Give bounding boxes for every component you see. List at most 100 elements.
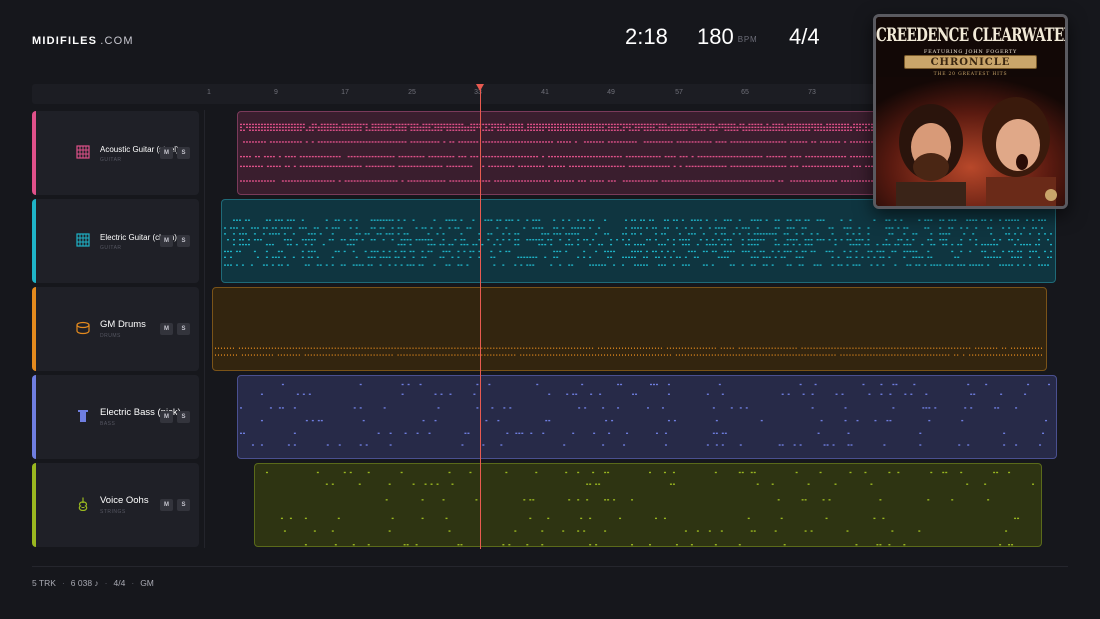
midi-note	[565, 243, 568, 246]
midi-note	[503, 129, 506, 131]
clip-electric-guitar[interactable]	[221, 199, 1056, 283]
midi-note	[888, 227, 891, 229]
midi-note	[518, 123, 521, 126]
midi-note	[1038, 219, 1041, 221]
midi-note	[365, 444, 368, 446]
solo-button[interactable]: S	[177, 499, 190, 511]
mute-button[interactable]: M	[160, 499, 173, 511]
midi-note	[655, 123, 658, 126]
midi-note	[281, 180, 284, 182]
midi-note	[403, 243, 406, 246]
mute-button[interactable]: M	[160, 323, 173, 335]
mute-button[interactable]: M	[160, 411, 173, 423]
midi-note	[814, 123, 817, 126]
midi-note	[311, 141, 314, 143]
midi-note	[485, 123, 488, 126]
midi-note	[730, 180, 733, 182]
midi-note	[801, 227, 804, 229]
midi-note	[419, 155, 422, 158]
midi-note	[987, 347, 989, 349]
midi-note	[239, 155, 242, 158]
midi-note	[304, 243, 307, 246]
app-logo[interactable]: MIDIFILES .COM	[32, 35, 134, 47]
midi-note	[331, 354, 333, 356]
midi-note	[329, 155, 332, 158]
midi-note	[595, 544, 598, 546]
midi-note	[681, 243, 684, 246]
midi-note	[1035, 243, 1038, 246]
track-header-acoustic-guitar[interactable]: Acoustic Guitar (steel) GUITAR M S	[32, 111, 199, 195]
track-header-drums[interactable]: GM Drums DRUMS M S	[32, 287, 199, 371]
midi-note	[487, 354, 489, 356]
midi-note	[831, 250, 834, 253]
midi-note	[260, 444, 263, 446]
midi-note	[349, 347, 351, 349]
solo-button[interactable]: S	[177, 147, 190, 159]
midi-note	[536, 165, 539, 168]
solo-button[interactable]: S	[177, 411, 190, 423]
midi-note	[634, 227, 637, 229]
midi-note	[238, 233, 241, 235]
midi-note	[670, 123, 673, 126]
midi-note	[819, 354, 821, 356]
mute-button[interactable]: M	[160, 235, 173, 247]
midi-note	[287, 155, 290, 158]
mute-button[interactable]: M	[160, 147, 173, 159]
midi-note	[586, 347, 588, 349]
midi-note	[823, 444, 826, 446]
midi-note	[310, 243, 313, 246]
midi-note	[512, 141, 515, 143]
midi-note	[855, 239, 858, 241]
midi-note	[660, 233, 663, 235]
midi-note	[766, 123, 769, 126]
midi-note	[859, 141, 862, 143]
midi-note	[244, 243, 247, 246]
track-header-bass[interactable]: Electric Bass (pick) BASS M S	[32, 375, 199, 459]
playhead[interactable]	[480, 86, 481, 549]
midi-note	[272, 141, 275, 143]
midi-note	[467, 129, 470, 131]
solo-button[interactable]: S	[177, 235, 190, 247]
midi-note	[786, 354, 788, 356]
midi-note	[1014, 219, 1017, 221]
midi-note	[613, 141, 616, 143]
track-header-voice[interactable]: Voice Oohs STRINGS M S	[32, 463, 199, 547]
midi-note	[885, 219, 888, 221]
midi-note	[428, 123, 431, 126]
midi-note	[676, 126, 679, 129]
midi-note	[232, 354, 234, 356]
midi-note	[637, 126, 640, 129]
midi-note	[544, 233, 547, 235]
clip-bass[interactable]	[237, 375, 1057, 459]
midi-note	[235, 250, 238, 253]
track-header-electric-guitar[interactable]: Electric Guitar (clean) GUITAR M S	[32, 199, 199, 283]
midi-note	[568, 354, 570, 356]
midi-note	[577, 180, 580, 182]
midi-note	[451, 256, 454, 258]
midi-note	[331, 256, 334, 258]
midi-note	[817, 126, 820, 129]
midi-note	[631, 250, 634, 253]
midi-note	[736, 126, 739, 129]
clip-voice[interactable]	[254, 463, 1042, 547]
midi-note	[817, 155, 820, 158]
midi-note	[703, 165, 706, 168]
solo-button[interactable]: S	[177, 323, 190, 335]
midi-note	[286, 264, 289, 266]
midi-note	[691, 180, 694, 182]
midi-note	[882, 250, 885, 253]
midi-note	[295, 243, 298, 246]
midi-note	[380, 165, 383, 168]
midi-note	[909, 264, 912, 266]
midi-note	[682, 180, 685, 182]
midi-note	[723, 243, 726, 246]
midi-note	[457, 544, 460, 546]
midi-note	[304, 544, 307, 546]
clip-drums[interactable]	[212, 287, 1047, 371]
clip-acoustic-guitar[interactable]	[237, 111, 877, 195]
midi-note	[550, 243, 553, 246]
midi-note	[817, 432, 820, 434]
midi-note	[703, 123, 706, 126]
midi-note	[517, 219, 520, 221]
midi-note	[781, 180, 784, 182]
